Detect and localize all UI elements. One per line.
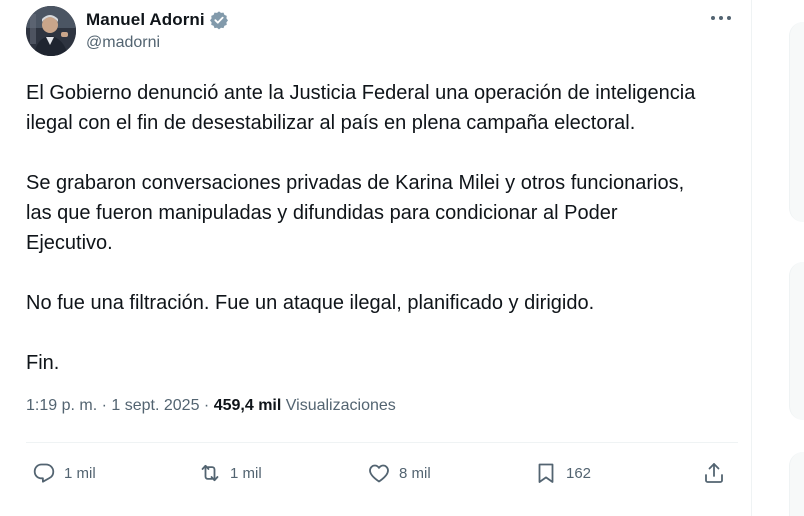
action-bar: 1 mil 1 mil 8 mil 162 — [0, 455, 752, 491]
tweet-paragraph: Fin. — [26, 352, 60, 374]
sidebar-card — [789, 22, 804, 222]
tweet-paragraph: No fue una filtración. Fue un ataque ile… — [26, 292, 595, 314]
more-options-button[interactable] — [706, 8, 736, 28]
sidebar-card — [789, 262, 804, 420]
bookmark-count: 162 — [566, 464, 592, 482]
tweet-time[interactable]: 1:19 p. m. — [26, 397, 97, 414]
tweet-text: El Gobierno denunció ante la Justicia Fe… — [26, 78, 741, 378]
retweet-icon — [201, 464, 219, 482]
page: Manuel Adorni @madorni El Gobierno denun… — [0, 0, 804, 516]
views-count: 459,4 mil — [213, 397, 282, 414]
share-icon — [705, 463, 723, 483]
tweet-paragraph: El Gobierno denunció ante la Justicia Fe… — [26, 82, 696, 134]
author-name-row: Manuel Adorni — [86, 9, 229, 31]
reply-count: 1 mil — [64, 464, 96, 482]
reply-button[interactable]: 1 mil — [32, 455, 96, 491]
meta-separator: · — [101, 397, 107, 414]
tweet-date[interactable]: 1 sept. 2025 — [111, 397, 199, 414]
retweet-button[interactable]: 1 mil — [198, 455, 262, 491]
sidebar-card — [789, 452, 804, 516]
tweet-card: Manuel Adorni @madorni El Gobierno denun… — [0, 0, 752, 516]
avatar[interactable] — [26, 6, 76, 56]
bookmark-icon — [538, 463, 554, 483]
divider — [26, 442, 738, 443]
heart-icon — [369, 464, 389, 483]
share-button[interactable] — [702, 455, 726, 491]
author-handle[interactable]: @madorni — [86, 34, 160, 52]
author-display-name[interactable]: Manuel Adorni — [86, 10, 205, 30]
more-icon — [711, 16, 731, 20]
verified-badge-icon — [209, 10, 229, 30]
like-button[interactable]: 8 mil — [367, 455, 431, 491]
tweet-metadata: 1:19 p. m. · 1 sept. 2025 · 459,4 mil Vi… — [26, 397, 396, 415]
retweet-count: 1 mil — [230, 464, 262, 482]
reply-icon — [33, 463, 55, 483]
views-label: Visualizaciones — [285, 397, 396, 414]
bookmark-button[interactable]: 162 — [534, 455, 591, 491]
tweet-paragraph: Se grabaron conversaciones privadas de K… — [26, 172, 685, 254]
avatar-photo — [26, 6, 76, 56]
like-count: 8 mil — [399, 464, 431, 482]
meta-separator: · — [203, 397, 210, 414]
